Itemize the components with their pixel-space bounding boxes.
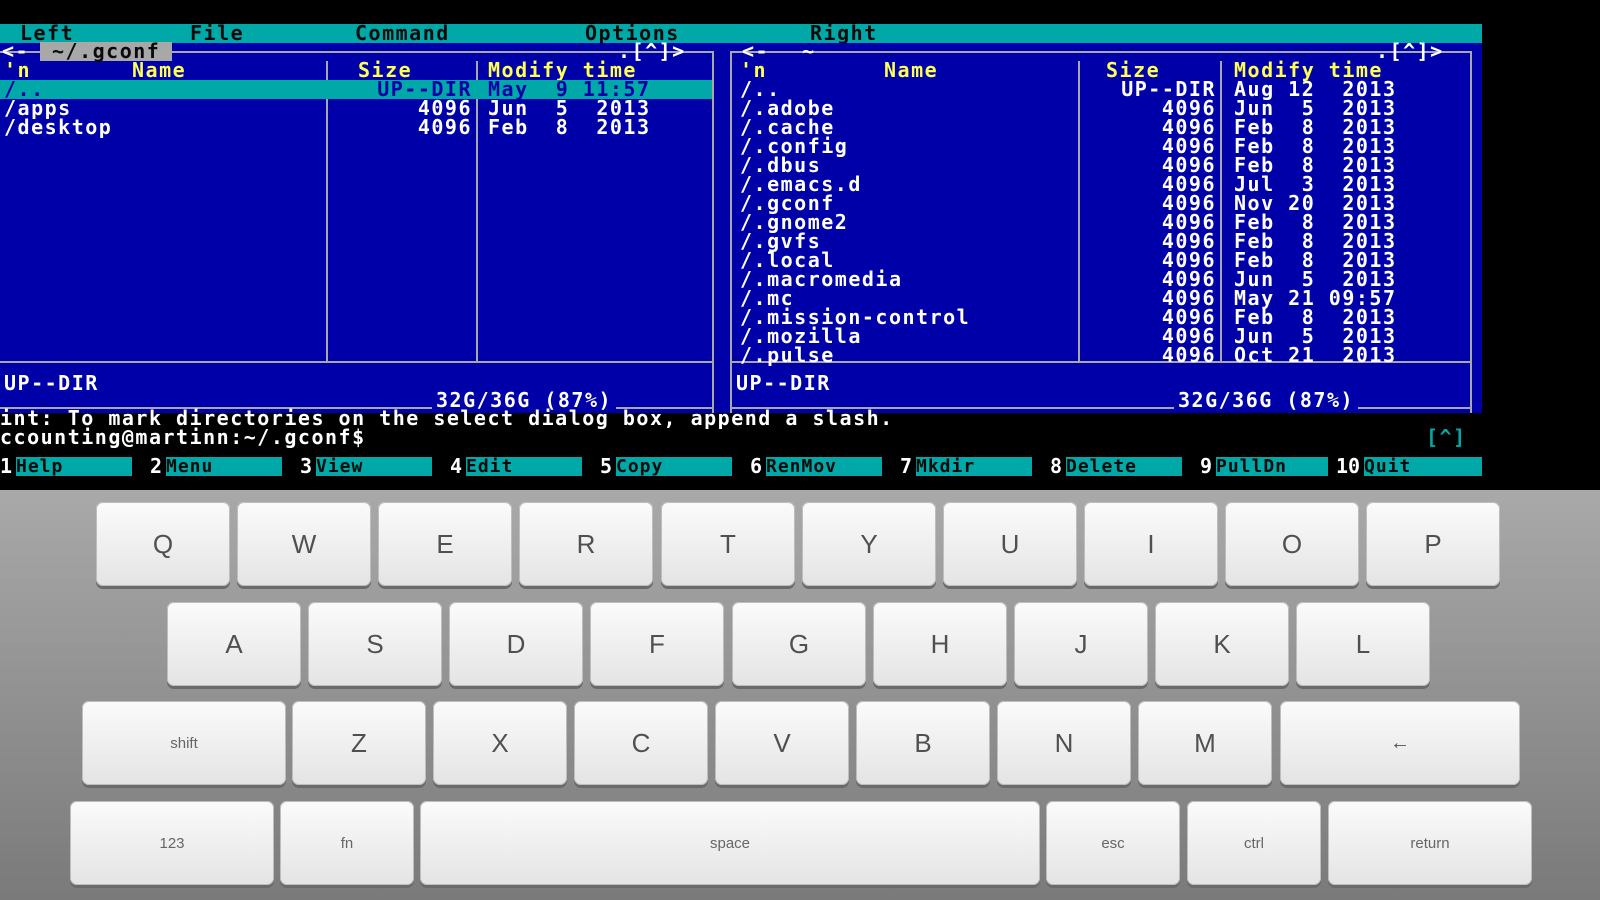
key-b[interactable]: B <box>856 701 990 785</box>
key-k[interactable]: K <box>1155 602 1289 686</box>
right-panel-corner[interactable]: .[^]> <box>1376 41 1444 61</box>
file-size: 4096 <box>417 115 472 139</box>
right-disk-usage: 32G/36G (87%) <box>1174 390 1359 410</box>
key-u[interactable]: U <box>943 502 1077 586</box>
key-c[interactable]: C <box>574 701 708 785</box>
key-return[interactable]: return <box>1328 801 1532 885</box>
shell-prompt[interactable]: ccounting@martinn:~/.gconf$ <box>0 427 366 447</box>
key-o[interactable]: O <box>1225 502 1359 586</box>
file-name[interactable]: /.pulse <box>740 345 835 365</box>
menu-command[interactable]: Command <box>355 23 450 43</box>
right-header-name[interactable]: Name <box>884 60 938 80</box>
right-file-list: /.. UP--DIR Aug 12 2013/.adobe 4096 Jun 5 20… <box>722 79 1472 367</box>
key-w[interactable]: W <box>237 502 371 586</box>
file-mtime: Oct 21 2013 <box>1234 343 1397 367</box>
key-t[interactable]: T <box>661 502 795 586</box>
key-123[interactable]: 123 <box>70 801 274 885</box>
right-status: UP--DIR <box>736 371 831 395</box>
key-h[interactable]: H <box>873 602 1007 686</box>
fkey-help[interactable]: 1 Help <box>0 456 150 476</box>
right-panel[interactable]: <- ~ .[^]> 'n Name Size Modify time /.. U… <box>722 39 1482 413</box>
function-key-bar: 1 Help 2 Menu 3 View 4 Edit 5 Copy 6 RenMov 7M… <box>0 456 1482 476</box>
key-fn[interactable]: fn <box>280 801 414 885</box>
key-m[interactable]: M <box>1138 701 1272 785</box>
key-shift[interactable]: shift <box>82 701 286 785</box>
fkey-copy[interactable]: 5 Copy <box>600 456 750 476</box>
file-name[interactable]: /desktop <box>4 117 112 137</box>
key-backspace[interactable]: ← <box>1280 701 1520 785</box>
fkey-edit[interactable]: 4 Edit <box>450 456 600 476</box>
fkey-menu[interactable]: 2 Menu <box>150 456 300 476</box>
file-size: 4096 <box>1161 343 1216 367</box>
key-esc[interactable]: esc <box>1046 801 1180 885</box>
key-n[interactable]: N <box>997 701 1131 785</box>
key-j[interactable]: J <box>1014 602 1148 686</box>
fkey-quit[interactable]: 10 Quit <box>1336 456 1482 476</box>
fkey-renmov[interactable]: 6 RenMov <box>750 456 900 476</box>
side-blank <box>1482 0 1600 490</box>
left-panel[interactable]: <- ~/.gconf .[^]> 'n Name Size Modify ti… <box>0 41 722 413</box>
mc-menubar: Left File Command Options Right <box>0 23 1482 43</box>
fkey-pulldn[interactable]: 9 PullDn <box>1200 456 1336 476</box>
file-mtime: Feb 8 2013 <box>488 115 651 139</box>
key-g[interactable]: G <box>732 602 866 686</box>
key-a[interactable]: A <box>167 602 301 686</box>
terminal-window: Left File Command Options Right <- ~/.gc… <box>0 0 1482 490</box>
key-x[interactable]: X <box>433 701 567 785</box>
key-q[interactable]: Q <box>96 502 230 586</box>
key-l[interactable]: L <box>1296 602 1430 686</box>
key-space[interactable]: space <box>420 801 1040 885</box>
fkey-mkdir[interactable]: 7 Mkdir <box>900 456 1050 476</box>
menu-file[interactable]: File <box>190 23 244 43</box>
key-ctrl[interactable]: ctrl <box>1187 801 1321 885</box>
fkey-view[interactable]: 3 View <box>300 456 450 476</box>
key-d[interactable]: D <box>449 602 583 686</box>
menu-right[interactable]: Right <box>810 23 878 43</box>
right-panel-path: ~ <box>802 39 816 63</box>
left-header-name[interactable]: Name <box>132 60 186 80</box>
onscreen-keyboard: Q W E R T Y U I O P A S D F G H J K L sh… <box>0 490 1600 900</box>
key-v[interactable]: V <box>715 701 849 785</box>
key-p[interactable]: P <box>1366 502 1500 586</box>
fkey-delete[interactable]: 8 Delete <box>1050 456 1200 476</box>
key-r[interactable]: R <box>519 502 653 586</box>
key-e[interactable]: E <box>378 502 512 586</box>
key-y[interactable]: Y <box>802 502 936 586</box>
left-status: UP--DIR <box>4 371 99 395</box>
key-s[interactable]: S <box>308 602 442 686</box>
key-f[interactable]: F <box>590 602 724 686</box>
key-i[interactable]: I <box>1084 502 1218 586</box>
prompt-corner[interactable]: [^] <box>1426 427 1467 447</box>
key-z[interactable]: Z <box>292 701 426 785</box>
